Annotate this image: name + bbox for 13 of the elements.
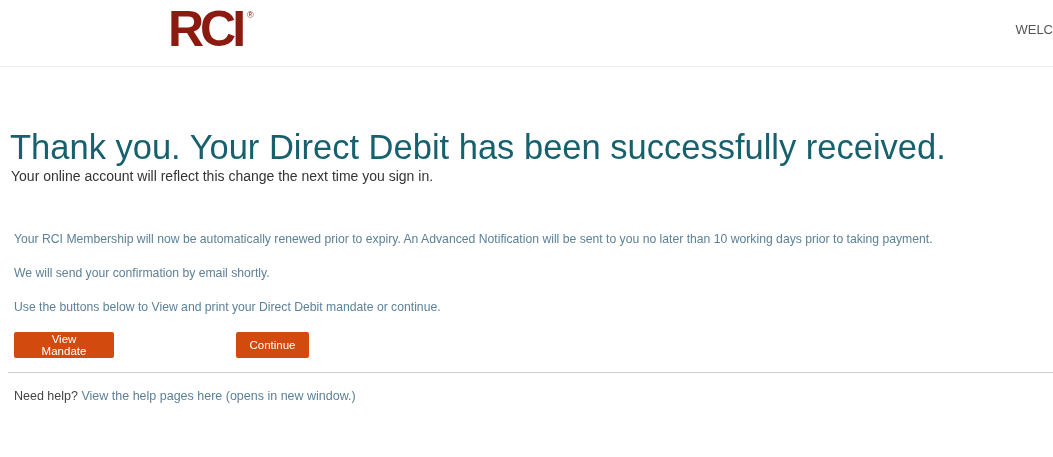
registered-mark: ®: [247, 10, 254, 20]
page-heading: Thank you. Your Direct Debit has been successfully received.: [10, 127, 947, 167]
info-text: Your RCI Membership will now be automatically renewed prior to expiry. An Advanced Notification will be sent to you no later than 10 working days prior to taking payment.: [14, 231, 934, 248]
info-text: Use the buttons below to View and print your Direct Debit mandate or continue.: [14, 299, 442, 316]
subheading: Your online account will reflect this change the next time you sign in.: [11, 167, 435, 185]
logo-text: RCI: [168, 6, 243, 52]
help-label: Need help?: [14, 389, 78, 403]
info-text: We will send your confirmation by email shortly.: [14, 265, 271, 282]
rci-logo[interactable]: RCI®: [168, 6, 254, 52]
action-button[interactable]: Continue: [236, 332, 309, 358]
help-link[interactable]: View the help pages here (opens in new window.): [81, 389, 356, 403]
welcome-text: WELC: [1015, 22, 1053, 37]
action-button[interactable]: View Mandate: [14, 332, 114, 358]
